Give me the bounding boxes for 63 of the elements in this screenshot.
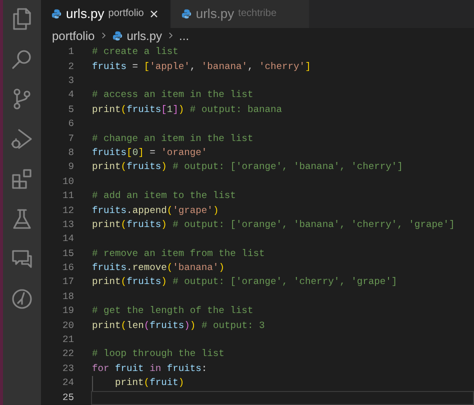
- line-number: 11: [61, 189, 74, 204]
- line-number: 8: [67, 146, 74, 160]
- code-line: # remove an item from the list: [92, 246, 265, 261]
- line-number: 17: [61, 275, 74, 290]
- code-line: # access an item in the list: [92, 88, 254, 102]
- line-number: 6: [67, 117, 74, 132]
- line-number: 7: [67, 132, 74, 146]
- python-file-icon: [51, 8, 62, 20]
- chat-icon[interactable]: [10, 247, 34, 271]
- code-line: # change an item in the list: [92, 132, 254, 146]
- tab-label: urls.py: [196, 5, 234, 24]
- line-number: 19: [61, 304, 74, 318]
- line-number: 15: [61, 246, 74, 261]
- line-number: 23: [61, 362, 74, 376]
- tab-description: techtribe: [238, 7, 277, 22]
- line-number: 14: [61, 232, 74, 246]
- tab-description: portfolio: [108, 7, 144, 22]
- line-number: 24: [61, 376, 74, 390]
- line-number: 13: [61, 218, 74, 232]
- code-line: fruits.append('grape'): [92, 204, 219, 218]
- search-icon[interactable]: [10, 47, 34, 71]
- code-line: print(fruits) # output: ['orange', 'banana', 'cherry', 'grape']: [92, 218, 455, 232]
- code-line: fruits = ['apple', 'banana', 'cherry']: [92, 60, 311, 74]
- line-number: 20: [61, 318, 74, 333]
- python-file-icon: [180, 8, 192, 20]
- line-number: 4: [67, 88, 74, 102]
- code-line: # get the length of the list: [92, 304, 254, 318]
- line-number: 1: [67, 45, 74, 60]
- line-number: 25: [61, 390, 74, 405]
- tab-label: urls.py: [66, 5, 104, 24]
- code-line: fruits[0] = 'orange': [92, 146, 208, 160]
- code-line: for fruit in fruits:: [92, 362, 208, 376]
- code-line: # create a list: [92, 45, 178, 60]
- line-number: 9: [67, 160, 74, 174]
- extensions-icon[interactable]: [10, 167, 34, 191]
- line-number: 5: [67, 102, 74, 117]
- chevron-icon: [166, 31, 176, 40]
- line-number: 18: [61, 290, 74, 304]
- breadcrumb-item[interactable]: ...: [179, 30, 190, 42]
- line-number: 10: [61, 174, 74, 189]
- close-icon[interactable]: [148, 8, 160, 20]
- files-icon[interactable]: [10, 7, 34, 31]
- code-line: print(len(fruits)) # output: 3: [92, 318, 265, 333]
- clock-icon[interactable]: [10, 287, 34, 311]
- code-line: print(fruits) # output: ['orange', 'cherry', 'grape']: [92, 275, 398, 290]
- breadcrumb-item[interactable]: portfolio: [52, 30, 95, 42]
- run-debug-icon[interactable]: [10, 127, 34, 151]
- line-number: 2: [67, 60, 74, 74]
- line-number: 21: [61, 333, 74, 348]
- code-line: print(fruit): [115, 376, 184, 390]
- line-number: 12: [61, 204, 74, 218]
- editor-tab[interactable]: urls.py portfolio: [41, 0, 171, 28]
- python-file-icon: [112, 30, 123, 42]
- code-line: # loop through the list: [92, 347, 224, 362]
- code-line: # add an item to the list: [92, 189, 236, 204]
- line-number: 22: [61, 347, 74, 362]
- line-number: 3: [67, 74, 74, 88]
- code-line: fruits.remove('banana'): [92, 261, 224, 276]
- line-number: 16: [61, 261, 74, 276]
- code-line: print(fruits[1]) # output: banana: [92, 102, 282, 117]
- code-line: print(fruits) # output: ['orange', 'banana', 'cherry']: [92, 160, 403, 174]
- breadcrumb-item[interactable]: urls.py: [126, 30, 162, 42]
- editor-tab[interactable]: urls.py techtribe: [170, 0, 309, 28]
